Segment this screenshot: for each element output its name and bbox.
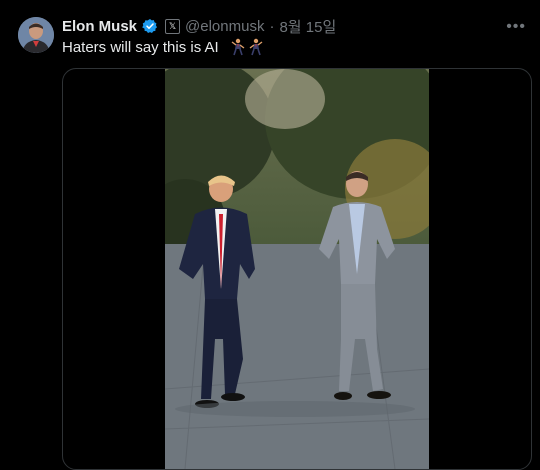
avatar-image [18, 17, 54, 53]
more-options-icon[interactable]: ••• [506, 18, 526, 36]
verified-badge-icon [142, 18, 158, 34]
author-avatar[interactable] [18, 17, 54, 53]
author-handle[interactable]: @elonmusk [185, 18, 264, 35]
tweet-date[interactable]: 8월 15일 [279, 16, 336, 37]
tweet-header: Elon Musk 𝕏 @elonmusk · 8월 15일 [62, 16, 336, 36]
author-name[interactable]: Elon Musk [62, 18, 137, 35]
video-frame-image [135, 69, 445, 469]
tweet-media[interactable] [62, 68, 532, 470]
separator-dot: · [269, 17, 275, 35]
tweet-text: Haters will say this is AI [62, 38, 219, 56]
tweet-text-row: Haters will say this is AI [62, 38, 263, 56]
video-player[interactable] [135, 69, 445, 469]
dancer-emoji-icon [231, 38, 245, 56]
x-logo-icon[interactable]: 𝕏 [165, 18, 181, 34]
dancer-emoji-icon [249, 38, 263, 56]
